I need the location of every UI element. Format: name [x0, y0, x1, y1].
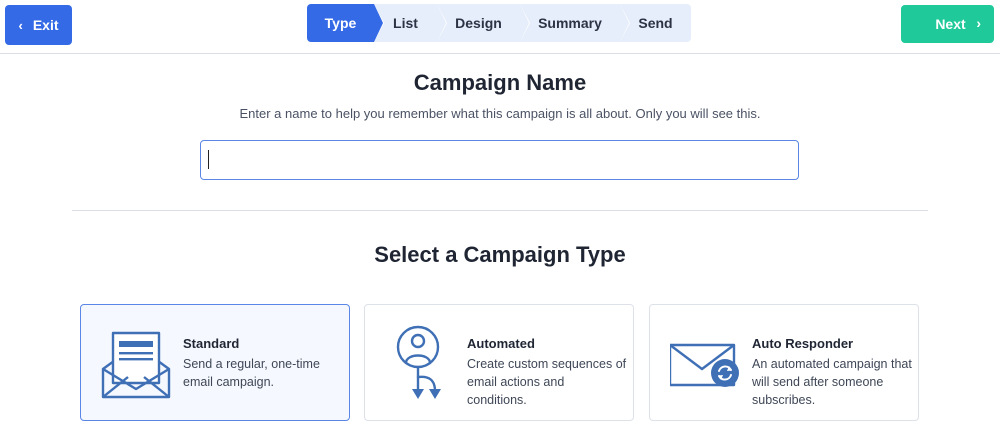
step-arrow — [437, 4, 446, 42]
card-description: Create custom sequences of email actions… — [467, 357, 627, 407]
envelope-refresh-icon — [668, 325, 740, 403]
user-branch-icon — [385, 325, 455, 403]
step-arrow — [374, 4, 383, 42]
next-button[interactable]: Next › — [901, 5, 994, 43]
next-label: Next — [935, 16, 966, 32]
wizard-steps: Type List Design Summary Send — [307, 4, 691, 42]
card-title: Standard — [183, 336, 240, 351]
exit-button[interactable]: ‹ Exit — [5, 5, 72, 45]
campaign-name-helper: Enter a name to help you remember what t… — [239, 106, 761, 121]
section-divider — [72, 210, 928, 211]
campaign-type-standard-card[interactable]: Standard Send a regular, one-time email … — [80, 304, 350, 421]
campaign-type-automated-card[interactable]: Automated Create custom sequences of ema… — [364, 304, 634, 421]
chevron-left-icon: ‹ — [18, 17, 23, 33]
step-arrow — [520, 4, 529, 42]
step-label: Summary — [538, 15, 602, 31]
campaign-name-heading: Campaign Name — [413, 70, 587, 95]
step-design[interactable]: Design — [437, 4, 530, 42]
top-bar: ‹ Exit Type List Design Summary Send Nex… — [0, 0, 1000, 54]
step-send[interactable]: Send — [620, 4, 691, 42]
step-label: List — [393, 15, 418, 31]
card-description: An automated campaign that will send aft… — [752, 357, 912, 407]
step-arrow — [620, 4, 629, 42]
card-title: Auto Responder — [752, 336, 854, 351]
step-label: Type — [324, 15, 357, 31]
chevron-right-icon: › — [976, 15, 981, 31]
step-label: Send — [638, 15, 673, 31]
step-summary[interactable]: Summary — [520, 4, 630, 42]
step-type[interactable]: Type — [307, 4, 384, 42]
card-title: Automated — [467, 336, 535, 351]
campaign-type-heading: Select a Campaign Type — [374, 242, 626, 267]
exit-label: Exit — [32, 17, 59, 33]
campaign-name-input[interactable] — [200, 140, 799, 180]
text-cursor — [208, 150, 209, 169]
campaign-type-auto-responder-card[interactable]: Auto Responder An automated campaign tha… — [649, 304, 919, 421]
card-description: Send a regular, one-time email campaign. — [183, 357, 320, 389]
envelope-letter-icon — [101, 325, 171, 403]
step-label: Design — [455, 15, 502, 31]
